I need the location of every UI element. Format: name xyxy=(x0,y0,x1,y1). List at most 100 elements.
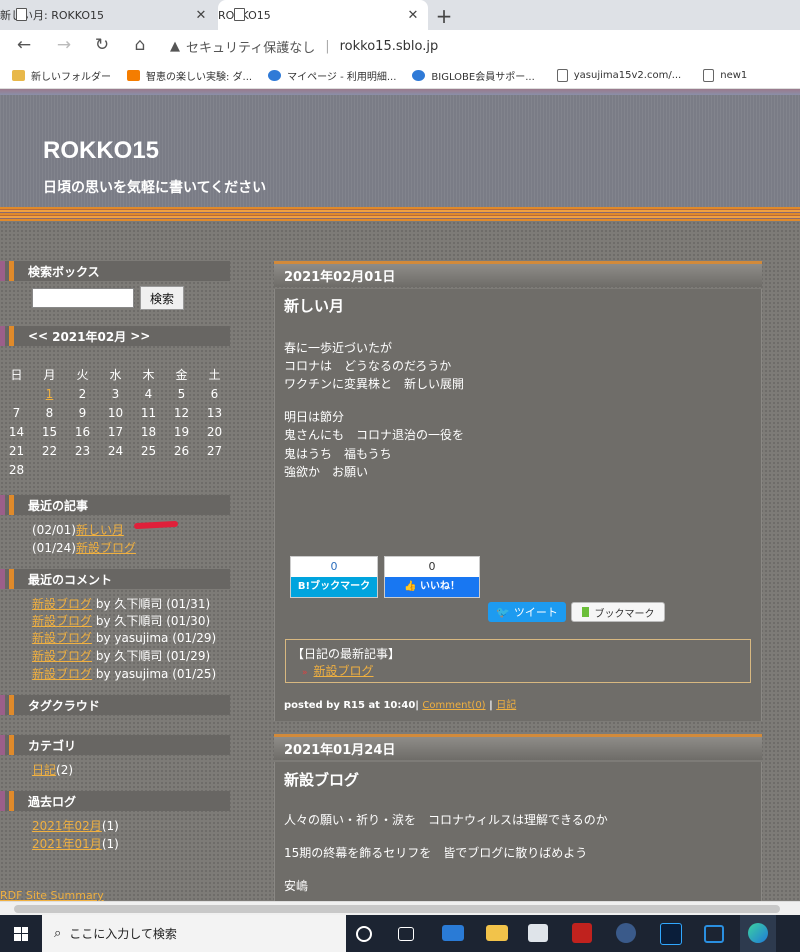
comment-link[interactable]: Comment(0) xyxy=(422,700,485,711)
category-link[interactable]: 日記 xyxy=(496,700,516,711)
post-info: posted by R15 at 10:40| Comment(0) | 日記 xyxy=(284,700,517,711)
new-tab-button[interactable]: + xyxy=(432,4,456,28)
calendar-prev-link[interactable]: << xyxy=(28,329,48,343)
category-link[interactable]: 日記 xyxy=(32,763,56,777)
app-icon[interactable] xyxy=(616,923,636,943)
tab-inactive[interactable]: 新しい月: ROKKO15 ✕ xyxy=(0,0,216,30)
search-button[interactable]: 検索 xyxy=(140,286,184,310)
comment-post-link[interactable]: 新設ブログ xyxy=(32,597,92,611)
url-text[interactable]: rokko15.sblo.jp xyxy=(340,39,439,54)
photoshop-icon[interactable] xyxy=(660,923,682,945)
site-title[interactable]: ROKKO15 xyxy=(43,137,159,165)
post-text-line: 安嶋 xyxy=(284,879,309,893)
bookmark-item[interactable]: 智恵の楽しい実験: ダ... xyxy=(127,68,252,83)
comment-post-link[interactable]: 新設ブログ xyxy=(32,614,92,628)
edge-icon xyxy=(748,923,768,943)
calendar-day: 13 xyxy=(206,405,223,420)
start-button[interactable] xyxy=(0,915,42,952)
header-band xyxy=(0,207,800,221)
comment-post-link[interactable]: 新設ブログ xyxy=(32,631,92,645)
forward-arrow-icon[interactable]: → xyxy=(52,35,76,55)
post-text-line: コロナは どうなるのだろうか xyxy=(284,359,452,373)
bookmark-item[interactable]: BIGLOBE会員サポー... xyxy=(412,68,535,83)
post-title[interactable]: 新設ブログ xyxy=(284,769,359,790)
post-text-line: 人々の願い・祈り・涙を コロナウィルスは理解できるのか xyxy=(284,813,608,827)
bookmark-item[interactable]: yasujima15v2.com/... xyxy=(556,68,681,82)
calendar-day: 2 xyxy=(78,386,87,401)
post-date: 2021年01月24日 xyxy=(274,734,762,760)
post-text-line: 強欲か お願い xyxy=(284,465,369,479)
task-view-icon[interactable] xyxy=(398,927,414,941)
warning-icon[interactable]: ▲ xyxy=(170,39,180,54)
tab-active[interactable]: ROKKO15 ✕ xyxy=(218,0,428,30)
scrollbar-thumb[interactable] xyxy=(14,905,780,913)
facebook-like-button[interactable]: 0 👍 いいね！ xyxy=(384,556,480,598)
tweet-button[interactable]: 🐦 ツイート xyxy=(488,602,566,622)
comment-post-link[interactable]: 新設ブログ xyxy=(32,649,92,663)
taskbar-search[interactable]: ⌕ ここに入力して検索 xyxy=(42,915,346,952)
address-bar[interactable]: ▲ セキュリティ保護なし | rokko15.sblo.jp xyxy=(170,36,438,56)
bookmark-item[interactable]: new1 xyxy=(703,68,747,82)
calendar-day: 10 xyxy=(107,405,124,420)
close-icon[interactable]: ✕ xyxy=(192,8,210,23)
recent-post-link[interactable]: 新しい月 xyxy=(76,523,124,537)
tab-title: ROKKO15 xyxy=(218,9,404,22)
taskbar-search-placeholder: ここに入力して検索 xyxy=(69,927,177,941)
filezilla-icon[interactable] xyxy=(572,923,592,943)
site-description: 日頃の思いを気軽に書いてください xyxy=(43,180,267,196)
reload-icon[interactable]: ↻ xyxy=(90,35,114,55)
comment-post-link[interactable]: 新設ブログ xyxy=(32,667,92,681)
close-icon[interactable]: ✕ xyxy=(404,8,422,23)
home-icon[interactable]: ⌂ xyxy=(128,35,152,55)
recent-post-link[interactable]: 新設ブログ xyxy=(76,541,136,555)
edge-taskbar-button[interactable] xyxy=(740,915,776,952)
search-input[interactable] xyxy=(32,288,134,308)
back-arrow-icon[interactable]: ← xyxy=(12,35,36,55)
file-explorer-icon[interactable] xyxy=(486,925,508,941)
bookmark-item[interactable]: マイページ - 利用明細... xyxy=(268,68,396,83)
bookmarks-bar: 新しいフォルダー 智恵の楽しい実験: ダ... マイページ - 利用明細... … xyxy=(0,62,800,89)
calendar-day: 4 xyxy=(144,386,153,401)
calendar-day: 7 xyxy=(12,405,21,420)
calendar-day: 5 xyxy=(177,386,186,401)
twitter-bird-icon: 🐦 xyxy=(496,605,510,619)
bookmark-item[interactable]: 新しいフォルダー xyxy=(12,68,111,83)
rdf-link[interactable]: RDF Site Summary xyxy=(0,889,104,901)
recent-post-item: (01/24)新設ブログ xyxy=(32,541,136,555)
mail-icon[interactable] xyxy=(442,925,464,941)
categories-heading: カテゴリ xyxy=(0,735,230,755)
bookmark-button[interactable]: ブックマーク xyxy=(571,602,665,622)
comment-item: 新設ブログ by yasujima (01/25) xyxy=(32,667,217,681)
calendar-day xyxy=(0,384,33,403)
calendar: 日 月 火 水 木 金 土 1 2 3 4 5 6 7 8 9 10 11 12… xyxy=(0,365,231,479)
window-icon[interactable] xyxy=(704,925,724,943)
horizontal-scrollbar[interactable] xyxy=(0,901,800,916)
post-text-line: 鬼はうち 福もうち xyxy=(284,447,392,461)
calendar-day xyxy=(165,460,198,479)
hatena-bookmark-button[interactable]: 0 B!ブックマーク xyxy=(290,556,378,598)
store-icon[interactable] xyxy=(528,924,548,942)
calendar-day-link[interactable]: 1 xyxy=(33,384,66,403)
calendar-week: 1 2 3 4 5 6 xyxy=(0,384,231,403)
calendar-day: 27 xyxy=(206,443,223,458)
latest-post-link[interactable]: 新設ブログ xyxy=(314,664,374,678)
calendar-day xyxy=(66,460,99,479)
red-scribble xyxy=(133,520,179,530)
calendar-day: 17 xyxy=(107,424,124,439)
calendar-day: 12 xyxy=(173,405,190,420)
calendar-next-link[interactable]: >> xyxy=(130,329,150,343)
recent-posts-heading: 最近の記事 xyxy=(0,495,230,515)
comment-item: 新設ブログ by 久下順司 (01/30) xyxy=(32,614,211,628)
comment-item: 新設ブログ by 久下順司 (01/31) xyxy=(32,597,211,611)
calendar-day: 25 xyxy=(140,443,157,458)
post-text-line: 春に一歩近づいたが xyxy=(284,341,393,355)
post-title[interactable]: 新しい月 xyxy=(284,295,344,316)
calendar-day xyxy=(99,460,132,479)
bookmark-label: 新しいフォルダー xyxy=(31,71,111,83)
hatena-count: 0 xyxy=(330,560,338,573)
archive-link[interactable]: 2021年01月 xyxy=(32,837,102,851)
archive-link[interactable]: 2021年02月 xyxy=(32,819,102,833)
cortana-icon[interactable] xyxy=(356,926,372,942)
post-text-line: 明日は節分 xyxy=(284,410,345,424)
calendar-day: 8 xyxy=(45,405,54,420)
